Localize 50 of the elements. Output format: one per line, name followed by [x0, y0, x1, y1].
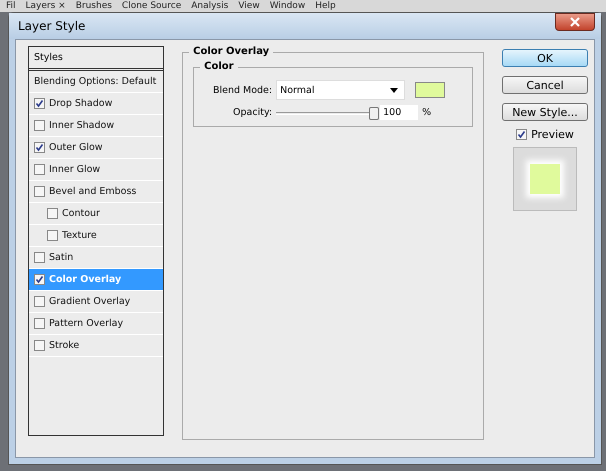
style-list-item[interactable]: Blending Options: Default [29, 71, 164, 93]
list-header: Styles [29, 47, 164, 71]
checkbox[interactable] [34, 274, 45, 285]
checkbox[interactable] [34, 296, 45, 307]
menu-item[interactable]: Help [315, 0, 336, 12]
dialog-button[interactable]: OK [502, 49, 588, 67]
checkbox[interactable] [34, 120, 45, 131]
blend-mode-dropdown[interactable]: Normal [276, 80, 406, 100]
checkbox[interactable] [47, 208, 58, 219]
style-list-item[interactable]: Texture [29, 225, 164, 247]
dialog-button[interactable]: Cancel [502, 76, 588, 94]
color-swatch[interactable] [415, 82, 446, 98]
percent-label: % [422, 107, 432, 118]
menu-item[interactable]: Brushes [76, 0, 112, 12]
checkbox[interactable] [34, 252, 45, 263]
checkbox[interactable] [34, 98, 45, 109]
group-title: Color Overlay [189, 46, 274, 57]
checkbox[interactable] [47, 230, 58, 241]
close-button[interactable] [555, 13, 595, 31]
field-label: Blend Mode: [212, 84, 272, 96]
style-list-item[interactable]: Bevel and Emboss [29, 181, 164, 203]
checkbox[interactable] [34, 142, 45, 153]
checkbox[interactable] [34, 340, 45, 351]
style-list-item[interactable]: Pattern Overlay [29, 313, 164, 335]
checkbox[interactable] [34, 164, 45, 175]
style-list-item[interactable]: Gradient Overlay [29, 291, 164, 313]
checkbox-label[interactable]: Preview [531, 128, 574, 141]
close-icon [570, 17, 580, 27]
field-label: Opacity: [232, 107, 272, 118]
opacity-slider[interactable] [276, 106, 376, 118]
style-list-item[interactable]: Contour [29, 203, 164, 225]
style-list-item[interactable]: Outer Glow [29, 137, 164, 159]
opacity-input[interactable]: 100 [380, 105, 418, 120]
menu-item[interactable]: Layers × [26, 0, 66, 12]
window-title: Layer Style [18, 19, 86, 33]
style-list-item[interactable]: Inner Glow [29, 159, 164, 181]
caret-icon [390, 88, 398, 92]
checkbox[interactable] [34, 318, 45, 329]
menu-item[interactable]: View [238, 0, 260, 12]
style-list-item[interactable]: Drop Shadow [29, 93, 164, 115]
style-list-item[interactable]: Inner Shadow [29, 115, 164, 137]
checkbox[interactable] [34, 186, 45, 197]
menu-item[interactable]: Fil [6, 0, 16, 12]
group-title: Color [200, 61, 238, 72]
preview-checkbox[interactable] [516, 129, 528, 140]
dialog-button[interactable]: New Style... [502, 103, 588, 121]
menu-item[interactable]: Analysis [191, 0, 228, 12]
menu-item[interactable]: Window [270, 0, 306, 12]
style-list-item[interactable]: Stroke [29, 335, 164, 357]
menu-item[interactable]: Clone Source [122, 0, 182, 12]
